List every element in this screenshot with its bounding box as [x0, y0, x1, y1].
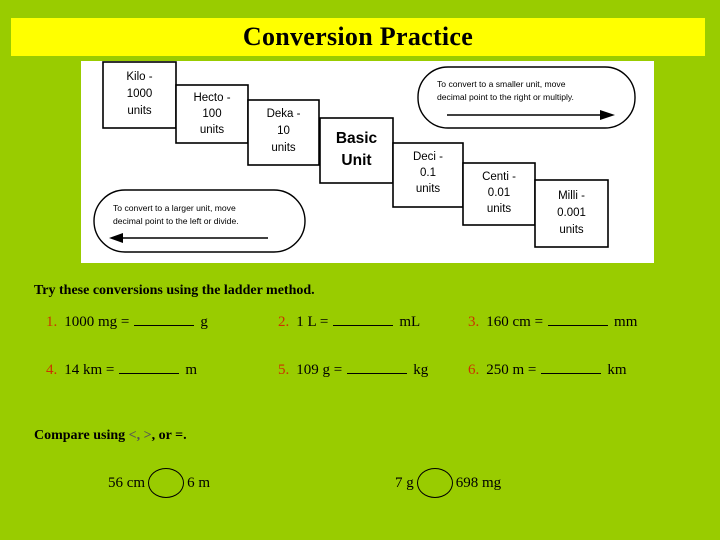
practice-heading: Try these conversions using the ladder m… [34, 283, 315, 298]
title-banner: Conversion Practice [11, 18, 705, 56]
ladder-box-basic-unit: Basic Unit [319, 117, 394, 184]
practice-problem-grid: 1. 1000 mg = g 2. 1 L = mL 3. 160 cm = m… [40, 312, 690, 408]
problem-5-answer-blank[interactable] [347, 360, 408, 374]
problem-6-unit: km [607, 362, 627, 378]
problem-1-unit: g [200, 314, 208, 330]
problem-2-number: 2. [278, 314, 290, 330]
ladder-box-centi-line3: units [487, 203, 512, 215]
problem-4-number: 4. [46, 362, 58, 378]
ladder-box-deci-line3: units [416, 183, 441, 195]
problem-6-answer-blank[interactable] [541, 360, 602, 374]
problem-row: 1. 1000 mg = g 2. 1 L = mL 3. 160 cm = m… [40, 312, 690, 360]
ladder-box-basic-line1: Basic [336, 130, 378, 147]
callout-larger-line1: To convert to a larger unit, move [113, 203, 236, 213]
problem-5-number: 5. [278, 362, 290, 378]
problem-6-number: 6. [468, 362, 480, 378]
ladder-box-deka-line1: Deka - [267, 108, 301, 120]
callout-larger-unit: To convert to a larger unit, move decima… [93, 189, 306, 253]
ladder-box-deci-line2: 0.1 [420, 167, 436, 179]
ladder-box-deka-line3: units [271, 142, 296, 154]
ladder-box-milli-line3: units [559, 224, 584, 236]
problem-2: 2. 1 L = mL [278, 312, 468, 331]
compare-heading-symbols: <, > [128, 428, 152, 443]
ladder-box-kilo-line2: 1000 [127, 88, 153, 100]
callout-smaller-line2: decimal point to the right or multiply. [437, 92, 574, 102]
ladder-box-kilo-line1: Kilo - [126, 71, 152, 83]
compare-heading-pre: Compare using [34, 428, 129, 443]
ladder-box-centi-line1: Centi - [482, 171, 516, 183]
ladder-box-hecto: Hecto - 100 units [175, 84, 249, 144]
problem-4: 4. 14 km = m [40, 360, 278, 379]
page-title: Conversion Practice [242, 22, 474, 51]
problem-1-answer-blank[interactable] [134, 312, 195, 326]
ladder-box-deci-line1: Deci - [413, 151, 443, 163]
problem-3-number: 3. [468, 314, 480, 330]
ladder-box-deka-line2: 10 [277, 125, 290, 137]
problem-3: 3. 160 cm = mm [468, 312, 688, 331]
problem-5: 5. 109 g = kg [278, 360, 468, 379]
problem-3-answer-blank[interactable] [548, 312, 609, 326]
ladder-box-milli-line2: 0.001 [557, 207, 586, 219]
problem-4-unit: m [185, 362, 198, 378]
ladder-box-hecto-line2: 100 [202, 108, 221, 120]
ladder-box-hecto-line1: Hecto - [193, 92, 230, 104]
problem-1-number: 1. [46, 314, 58, 330]
problem-4-answer-blank[interactable] [119, 360, 180, 374]
compare-heading-post: , or =. [151, 428, 187, 443]
problem-3-unit: mm [614, 314, 638, 330]
compare-item-1-answer-circle[interactable] [148, 468, 185, 498]
compare-item-2-right: 698 mg [455, 474, 502, 491]
callout-smaller-line1: To convert to a smaller unit, move [437, 79, 566, 89]
ladder-box-deka: Deka - 10 units [247, 99, 320, 166]
problem-1: 1. 1000 mg = g [40, 312, 278, 331]
problem-5-unit: kg [413, 362, 429, 378]
compare-item-1-right: 6 m [187, 474, 210, 491]
compare-heading: Compare using <, >, or =. [34, 428, 187, 444]
problem-2-expression: 1 L = [296, 314, 329, 330]
ladder-box-basic-line2: Unit [341, 152, 371, 169]
ladder-box-hecto-line3: units [200, 124, 225, 136]
problem-6-expression: 250 m = [486, 362, 537, 378]
ladder-svg: Kilo - 1000 units Hecto - 100 units Deka… [93, 61, 636, 253]
problem-3-expression: 160 cm = [486, 314, 544, 330]
ladder-box-milli: Milli - 0.001 units [534, 179, 609, 248]
problem-5-expression: 109 g = [296, 362, 343, 378]
compare-item-1-left: 56 cm [108, 474, 146, 491]
problem-2-unit: mL [399, 314, 421, 330]
ladder-box-kilo-line3: units [127, 105, 152, 117]
compare-item-2: 7 g 698 mg [395, 468, 501, 498]
callout-smaller-unit: To convert to a smaller unit, move decim… [417, 66, 636, 129]
compare-item-2-left: 7 g [395, 474, 414, 491]
ladder-box-kilo: Kilo - 1000 units [102, 61, 177, 129]
problem-row: 4. 14 km = m 5. 109 g = kg 6. 250 m = km [40, 360, 690, 408]
problem-4-expression: 14 km = [64, 362, 115, 378]
ladder-box-centi: Centi - 0.01 units [462, 162, 536, 226]
problem-1-expression: 1000 mg = [64, 314, 130, 330]
ladder-box-milli-line1: Milli - [558, 190, 585, 202]
ladder-box-deci: Deci - 0.1 units [392, 142, 464, 208]
problem-6: 6. 250 m = km [468, 360, 688, 379]
compare-item-1: 56 cm 6 m [108, 468, 210, 498]
metric-ladder-diagram: Kilo - 1000 units Hecto - 100 units Deka… [81, 61, 654, 263]
problem-2-answer-blank[interactable] [333, 312, 394, 326]
ladder-box-centi-line2: 0.01 [488, 187, 510, 199]
compare-item-2-answer-circle[interactable] [416, 468, 453, 498]
callout-larger-line2: decimal point to the left or divide. [113, 216, 239, 226]
